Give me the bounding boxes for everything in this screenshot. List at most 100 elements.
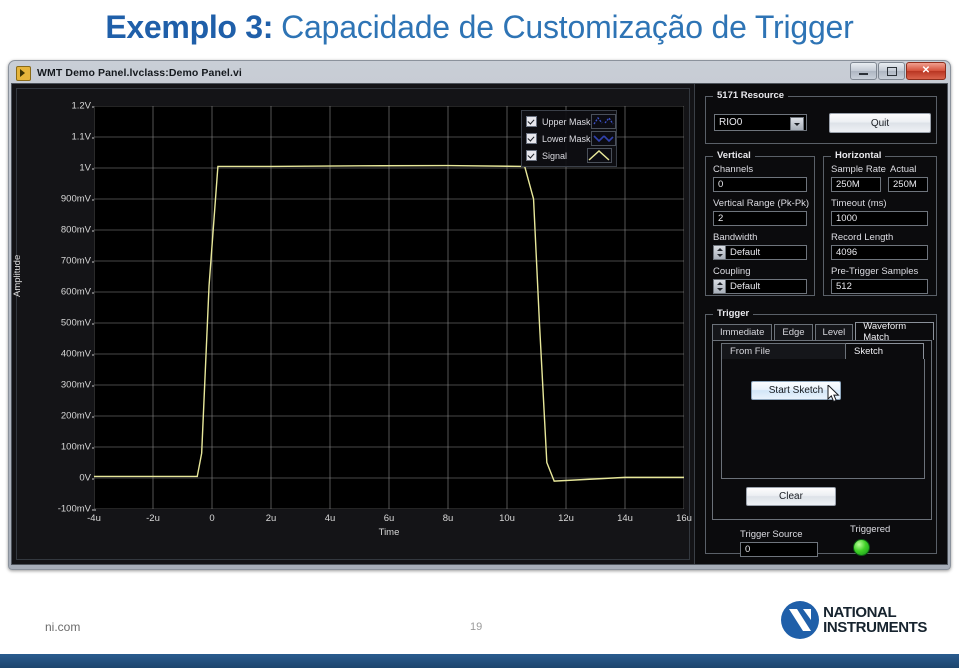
start-sketch-button[interactable]: Start Sketch	[751, 381, 841, 400]
x-tick-label: 10u	[499, 513, 515, 524]
legend-item-signal[interactable]: Signal	[524, 147, 614, 164]
quit-button[interactable]: Quit	[829, 113, 931, 133]
labview-vi-icon	[16, 65, 31, 81]
subtab-from-file-label: From File	[730, 346, 771, 357]
window-title: WMT Demo Panel.lvclass:Demo Panel.vi	[37, 67, 242, 79]
channels-value: 0	[718, 179, 724, 190]
trigger-tabs: Immediate Edge Level Waveform Match	[712, 321, 936, 343]
coupling-label: Coupling	[713, 266, 751, 277]
tab-level-label: Level	[822, 327, 846, 338]
tab-edge[interactable]: Edge	[774, 324, 813, 340]
start-sketch-button-label: Start Sketch	[768, 385, 824, 396]
x-tick-label: 6u	[383, 513, 395, 524]
plot-legend: Upper Mask Lower Mask Signal	[521, 110, 617, 167]
trigger-source-label: Trigger Source	[740, 529, 803, 540]
x-tick-label: 0	[209, 513, 215, 524]
bandwidth-spinner[interactable]: Default	[713, 245, 807, 260]
maximize-button[interactable]	[878, 62, 905, 80]
y-tick-label: 1V	[79, 162, 96, 174]
horizontal-group-title: Horizontal	[831, 150, 886, 161]
legend-checkbox[interactable]	[526, 150, 537, 161]
minimize-button[interactable]	[850, 62, 877, 80]
window-titlebar: WMT Demo Panel.lvclass:Demo Panel.vi ✕	[12, 62, 947, 82]
spinner-arrows-icon[interactable]	[714, 280, 726, 293]
timeout-value: 1000	[836, 213, 858, 224]
timeout-label: Timeout (ms)	[831, 198, 887, 209]
sketch-subtab-panel: Start Sketch	[721, 359, 925, 479]
page-title-bold: Exemplo 3:	[105, 8, 274, 45]
trigger-group-title: Trigger	[713, 308, 754, 319]
chevron-down-icon[interactable]	[790, 117, 804, 131]
resource-group: 5171 Resource RIO0 Quit	[705, 90, 937, 144]
channels-field[interactable]: 0	[713, 177, 807, 192]
waveform-graph-container: Amplitude 1.2V 1.1V 1V 900mV 800mV 700mV 600mV…	[12, 84, 695, 564]
horizontal-group: Horizontal Sample Rate Actual 250M 250M …	[823, 150, 937, 296]
legend-label: Lower Mask	[542, 133, 591, 144]
trigger-source-field[interactable]: 0	[740, 542, 818, 557]
bandwidth-value: Default	[730, 247, 761, 258]
legend-item-lower-mask[interactable]: Lower Mask	[524, 130, 616, 147]
legend-thumbnail-lower-mask	[590, 131, 616, 146]
minimize-icon	[859, 72, 868, 75]
vertical-range-field[interactable]: 2	[713, 211, 807, 226]
triggered-label: Triggered	[850, 524, 891, 535]
coupling-spinner[interactable]: Default	[713, 279, 807, 294]
y-tick-label: 100mV	[60, 441, 97, 453]
legend-thumbnail-upper-mask	[590, 114, 616, 129]
triggered-led	[853, 539, 870, 556]
actual-field: 250M	[888, 177, 928, 192]
record-length-field[interactable]: 4096	[831, 245, 928, 260]
subtab-sketch[interactable]: Sketch	[846, 343, 924, 359]
actual-label: Actual	[890, 164, 917, 175]
resource-dropdown-value: RIO0	[719, 117, 743, 128]
spinner-arrows-icon[interactable]	[714, 246, 726, 259]
vertical-range-value: 2	[718, 213, 724, 224]
record-length-label: Record Length	[831, 232, 894, 243]
legend-checkbox[interactable]	[526, 133, 537, 144]
window-controls: ✕	[850, 62, 946, 80]
y-tick-label: 400mV	[60, 348, 97, 360]
national-instruments-logo: NATIONAL INSTRUMENTS	[780, 600, 927, 640]
y-tick-label: 500mV	[60, 317, 97, 329]
y-tick-label: 0V	[79, 472, 96, 484]
trigger-group: Trigger Immediate Edge Level Waveform Ma…	[705, 308, 937, 557]
y-axis-ticks: 1.2V 1.1V 1V 900mV 800mV 700mV 600mV 500mV 400mV…	[35, 101, 97, 515]
ni-logo-line2: INSTRUMENTS	[823, 619, 927, 636]
x-tick-label: 16u	[676, 513, 692, 524]
tab-level[interactable]: Level	[814, 324, 854, 340]
y-tick-label: 600mV	[60, 286, 97, 298]
close-icon: ✕	[921, 65, 931, 76]
x-tick-label: 2u	[265, 513, 277, 524]
trigger-source-value: 0	[745, 544, 751, 555]
y-tick-label: -100mV	[57, 503, 97, 515]
subtab-sketch-label: Sketch	[854, 346, 884, 357]
legend-checkbox[interactable]	[526, 116, 537, 127]
actual-value: 250M	[893, 179, 917, 190]
channels-label: Channels	[713, 164, 754, 175]
ni-logo-line1: NATIONAL	[823, 604, 897, 621]
legend-item-upper-mask[interactable]: Upper Mask	[524, 113, 616, 130]
sample-rate-field[interactable]: 250M	[831, 177, 881, 192]
y-axis-title: Amplitude	[12, 254, 23, 297]
pre-trigger-samples-field[interactable]: 512	[831, 279, 928, 294]
subtab-from-file[interactable]: From File	[721, 343, 846, 359]
tab-immediate-label: Immediate	[720, 327, 765, 338]
y-tick-label: 1.2V	[71, 100, 96, 112]
vertical-group-title: Vertical	[713, 150, 755, 161]
waveform-match-subtabs: From File Sketch	[721, 343, 924, 359]
close-button[interactable]: ✕	[906, 62, 946, 80]
resource-group-title: 5171 Resource	[713, 90, 789, 101]
y-tick-label: 300mV	[60, 379, 97, 391]
vertical-range-label: Vertical Range (Pk-Pk)	[713, 198, 810, 209]
clear-button-label: Clear	[779, 491, 803, 502]
y-tick-label: 800mV	[60, 224, 97, 236]
resource-dropdown[interactable]: RIO0	[714, 114, 807, 131]
bandwidth-label: Bandwidth	[713, 232, 758, 243]
footer-bar	[0, 654, 959, 668]
ni-logo-text: NATIONAL INSTRUMENTS	[823, 605, 927, 635]
tab-immediate[interactable]: Immediate	[712, 324, 773, 340]
timeout-field[interactable]: 1000	[831, 211, 928, 226]
tab-edge-label: Edge	[782, 327, 805, 338]
clear-button[interactable]: Clear	[746, 487, 836, 506]
tab-waveform-match[interactable]: Waveform Match	[855, 321, 934, 343]
